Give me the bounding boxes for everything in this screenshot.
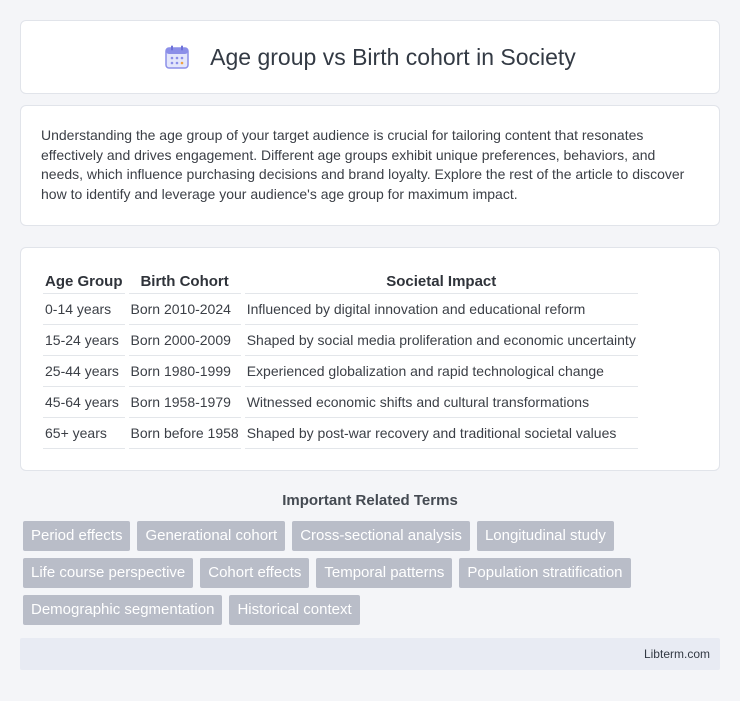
related-terms-title: Important Related Terms — [282, 492, 458, 509]
cell-birth-cohort: Born before 1958 — [128, 418, 241, 449]
cell-societal-impact: Shaped by post-war recovery and traditio… — [244, 418, 638, 449]
calendar-icon — [164, 44, 190, 70]
tag-temporal-patterns[interactable]: Temporal patterns — [316, 558, 453, 588]
header-societal-impact: Societal Impact — [244, 267, 638, 294]
cell-societal-impact: Experienced globalization and rapid tech… — [244, 356, 638, 387]
footer: Libterm.com — [20, 638, 720, 670]
header-birth-cohort: Birth Cohort — [128, 267, 241, 294]
table-row: 65+ years Born before 1958 Shaped by pos… — [43, 418, 638, 449]
table-header-row: Age Group Birth Cohort Societal Impact — [43, 267, 638, 294]
related-terms-list: Period effects Generational cohort Cross… — [23, 521, 718, 632]
cell-age-group: 0-14 years — [43, 294, 125, 325]
page-title: Age group vs Birth cohort in Society — [210, 43, 576, 70]
cell-birth-cohort: Born 1980-1999 — [128, 356, 241, 387]
tag-cross-sectional-analysis[interactable]: Cross-sectional analysis — [292, 521, 470, 551]
cell-age-group: 65+ years — [43, 418, 125, 449]
tag-cohort-effects[interactable]: Cohort effects — [200, 558, 310, 588]
header-card: Age group vs Birth cohort in Society — [20, 20, 720, 94]
cell-societal-impact: Influenced by digital innovation and edu… — [244, 294, 638, 325]
tag-life-course-perspective[interactable]: Life course perspective — [23, 558, 194, 588]
cell-age-group: 25-44 years — [43, 356, 125, 387]
header-age-group: Age Group — [43, 267, 125, 294]
tag-longitudinal-study[interactable]: Longitudinal study — [476, 521, 614, 551]
cell-societal-impact: Witnessed economic shifts and cultural t… — [244, 387, 638, 418]
cell-birth-cohort: Born 2010-2024 — [128, 294, 241, 325]
cell-age-group: 15-24 years — [43, 325, 125, 356]
intro-card: Understanding the age group of your targ… — [20, 105, 720, 226]
footer-site-link[interactable]: Libterm.com — [644, 647, 710, 661]
table-row: 45-64 years Born 1958-1979 Witnessed eco… — [43, 387, 638, 418]
table-row: 25-44 years Born 1980-1999 Experienced g… — [43, 356, 638, 387]
table-row: 0-14 years Born 2010-2024 Influenced by … — [43, 294, 638, 325]
cell-societal-impact: Shaped by social media proliferation and… — [244, 325, 638, 356]
cell-age-group: 45-64 years — [43, 387, 125, 418]
tag-generational-cohort[interactable]: Generational cohort — [137, 521, 286, 551]
tag-demographic-segmentation[interactable]: Demographic segmentation — [23, 595, 223, 625]
table-row: 15-24 years Born 2000-2009 Shaped by soc… — [43, 325, 638, 356]
intro-text: Understanding the age group of your targ… — [41, 127, 685, 202]
table-card: Age Group Birth Cohort Societal Impact 0… — [20, 247, 720, 471]
cell-birth-cohort: Born 2000-2009 — [128, 325, 241, 356]
tag-period-effects[interactable]: Period effects — [23, 521, 131, 551]
tag-population-stratification[interactable]: Population stratification — [459, 558, 631, 588]
tag-historical-context[interactable]: Historical context — [229, 595, 360, 625]
cell-birth-cohort: Born 1958-1979 — [128, 387, 241, 418]
comparison-table: Age Group Birth Cohort Societal Impact 0… — [39, 267, 642, 449]
page: Age group vs Birth cohort in Society Und… — [0, 0, 740, 701]
